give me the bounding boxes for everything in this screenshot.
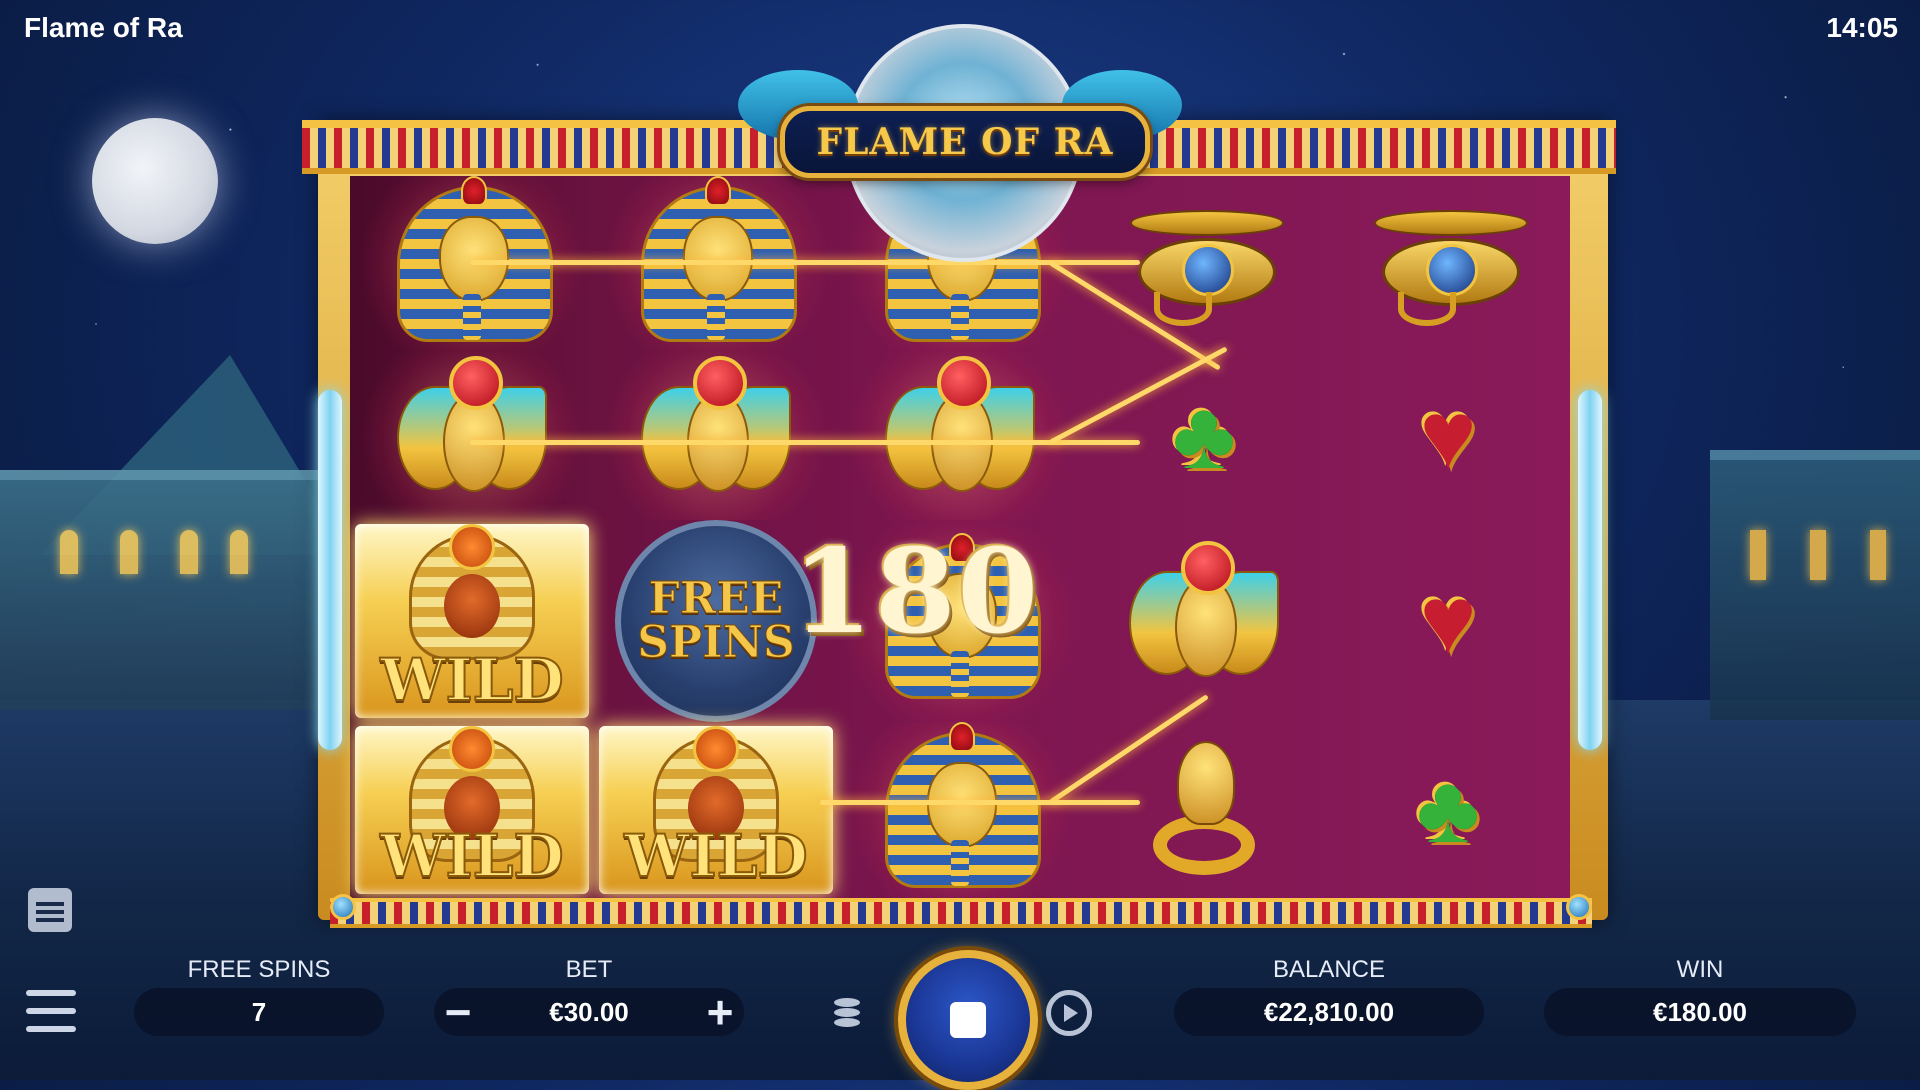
payline: [470, 260, 1140, 265]
free-spins-symbol-line1: FREE: [648, 573, 784, 624]
bet-label: BET: [565, 956, 613, 983]
frame-side-left: [318, 390, 342, 750]
frame-side-right: [1578, 390, 1602, 750]
pharaoh-symbol: [885, 722, 1041, 898]
reel-cell: [1082, 520, 1326, 722]
wild-label: WILD: [379, 645, 564, 715]
frame-gem: [330, 894, 356, 920]
reel-cell: ♥: [1326, 520, 1570, 722]
reel-cell: ♣: [1082, 352, 1326, 520]
clock: 14:05: [1826, 12, 1898, 43]
reel-cell: [838, 722, 1082, 898]
scarab-symbol: [641, 356, 791, 516]
game-logo: FLAME OF RA: [780, 106, 1150, 178]
logo-text: FLAME OF RA: [816, 121, 1114, 163]
cobra-symbol: [1149, 735, 1259, 885]
reel-cell: WILD: [350, 520, 594, 722]
wild-label: WILD: [623, 821, 808, 891]
reel-cell: ♣: [1326, 722, 1570, 898]
reel-cell: [594, 352, 838, 520]
temple-window: [1870, 530, 1886, 580]
game-title: Flame of Ra: [24, 12, 183, 43]
free-spins-symbol-line2: SPINS: [637, 617, 795, 668]
wild-symbol: WILD: [598, 725, 834, 895]
club-symbol: ♣: [1172, 382, 1236, 489]
payline: [470, 440, 1140, 445]
temple-window: [1810, 530, 1826, 580]
reel-cell: [1326, 176, 1570, 352]
frame-bottom-border: [330, 898, 1592, 928]
wild-symbol: WILD: [354, 524, 590, 718]
temple-left: [0, 470, 320, 710]
club-symbol: ♣: [1416, 756, 1480, 863]
scarab-symbol: [397, 356, 547, 516]
history-icon[interactable]: [28, 888, 72, 932]
wild-symbol: WILD: [354, 725, 590, 895]
menu-icon[interactable]: [26, 990, 76, 1032]
reel-cell: [1082, 722, 1326, 898]
heart-symbol: ♥: [1419, 382, 1477, 489]
win-label: WIN: [1676, 956, 1724, 983]
bet-decrease-button[interactable]: −: [434, 986, 482, 1038]
temple-window: [60, 530, 78, 574]
win-amount-display: 180: [792, 524, 1041, 660]
reel-cell: [838, 352, 1082, 520]
win-value: €180.00: [1544, 988, 1856, 1036]
scarab-symbol: [885, 356, 1035, 516]
autoplay-icon[interactable]: [1046, 990, 1092, 1036]
payline: [820, 800, 1140, 805]
balance-label: BALANCE: [1272, 956, 1386, 983]
coins-settings-icon[interactable]: [832, 994, 872, 1032]
temple-window: [120, 530, 138, 574]
scarab-symbol: [1129, 541, 1279, 701]
free-spins-label: FREE SPINS: [187, 956, 331, 983]
free-spins-counter: 7: [134, 988, 384, 1036]
reel-cell: [350, 352, 594, 520]
bet-increase-button[interactable]: +: [696, 986, 744, 1038]
bet-value: €30.00: [549, 996, 629, 1027]
temple-window: [1750, 530, 1766, 580]
free-spins-symbol: FREE SPINS: [615, 520, 817, 722]
temple-window: [230, 530, 248, 574]
moon: [92, 118, 218, 244]
balance-value: €22,810.00: [1174, 988, 1484, 1036]
eye-of-horus-symbol: [1124, 204, 1284, 326]
temple-right: [1710, 450, 1920, 720]
temple-window: [180, 530, 198, 574]
stop-spin-button[interactable]: [898, 950, 1038, 1090]
reel-cell: WILD: [594, 722, 838, 898]
wild-label: WILD: [379, 821, 564, 891]
heart-symbol: ♥: [1419, 567, 1477, 674]
stop-icon: [950, 1002, 986, 1038]
reel-cell: WILD: [350, 722, 594, 898]
eye-of-horus-symbol: [1368, 204, 1528, 326]
frame-gem: [1566, 894, 1592, 920]
reel-cell: ♥: [1326, 352, 1570, 520]
